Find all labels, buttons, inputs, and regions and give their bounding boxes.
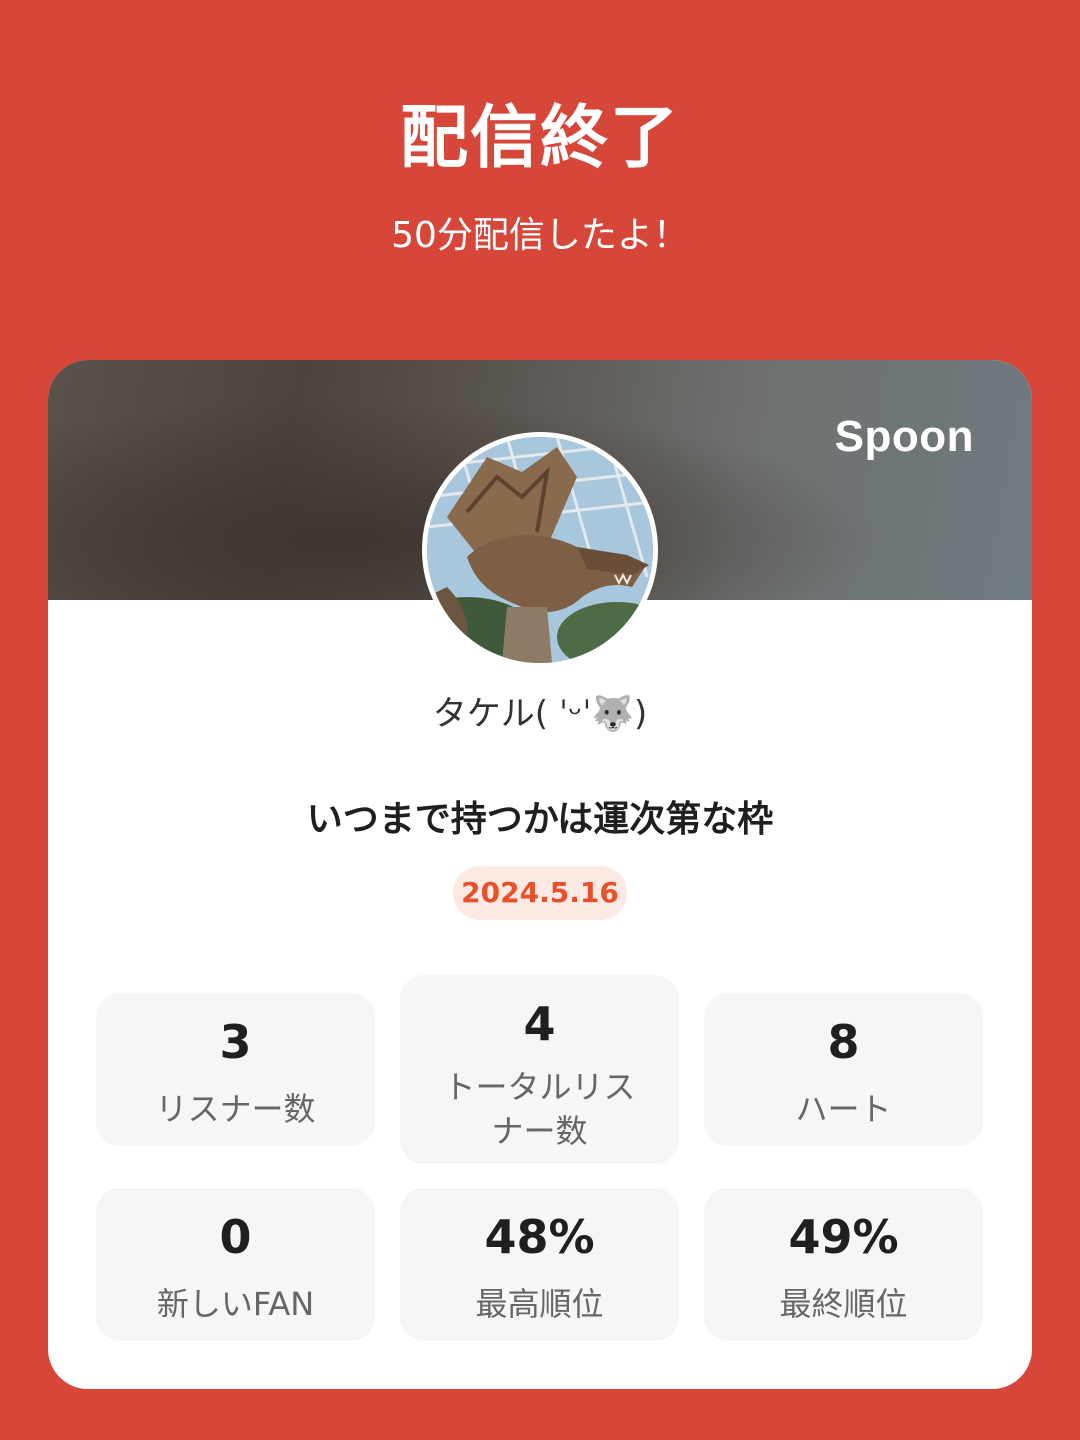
stat-final-rank: 49% 最終順位 bbox=[704, 1188, 983, 1341]
stat-value: 0 bbox=[219, 1210, 252, 1264]
stat-label: 最高順位 bbox=[475, 1285, 604, 1323]
stat-total-listeners: 4 トータルリスナー数 bbox=[400, 975, 679, 1164]
stat-new-fans: 0 新しいFAN bbox=[96, 1188, 375, 1341]
avatar[interactable] bbox=[422, 432, 658, 668]
stat-listeners: 3 リスナー数 bbox=[96, 993, 375, 1146]
stat-value: 4 bbox=[523, 997, 556, 1051]
broadcast-title: いつまで持つかは運次第な枠 bbox=[306, 799, 774, 840]
stat-value: 3 bbox=[219, 1015, 252, 1069]
stat-label: リスナー数 bbox=[155, 1090, 316, 1128]
spoon-logo: Spoon bbox=[834, 412, 974, 461]
stat-label: トータルリスナー数 bbox=[443, 1068, 636, 1150]
broadcast-summary-card: Spoon タケル(ˈᵕˈ🐺) いつまで持つかは運次第な枠 2024.5.16… bbox=[48, 360, 1032, 1389]
page-title: 配信終了 bbox=[399, 99, 680, 178]
stat-label: 最終順位 bbox=[779, 1285, 908, 1323]
host-name: タケル( ˈᵕˈ🐺) bbox=[432, 694, 648, 734]
stat-label: ハート bbox=[795, 1090, 892, 1128]
dragon-photo-icon bbox=[427, 437, 653, 663]
stat-value: 49% bbox=[788, 1210, 899, 1264]
stat-value: 48% bbox=[484, 1210, 595, 1264]
stat-highest-rank: 48% 最高順位 bbox=[400, 1188, 679, 1341]
stat-hearts: 8 ハート bbox=[704, 993, 983, 1146]
page-subtitle: 50分配信したよ！ bbox=[391, 215, 689, 256]
date-badge: 2024.5.16 bbox=[453, 866, 627, 920]
stat-value: 8 bbox=[827, 1015, 860, 1069]
stat-label: 新しいFAN bbox=[156, 1285, 315, 1323]
